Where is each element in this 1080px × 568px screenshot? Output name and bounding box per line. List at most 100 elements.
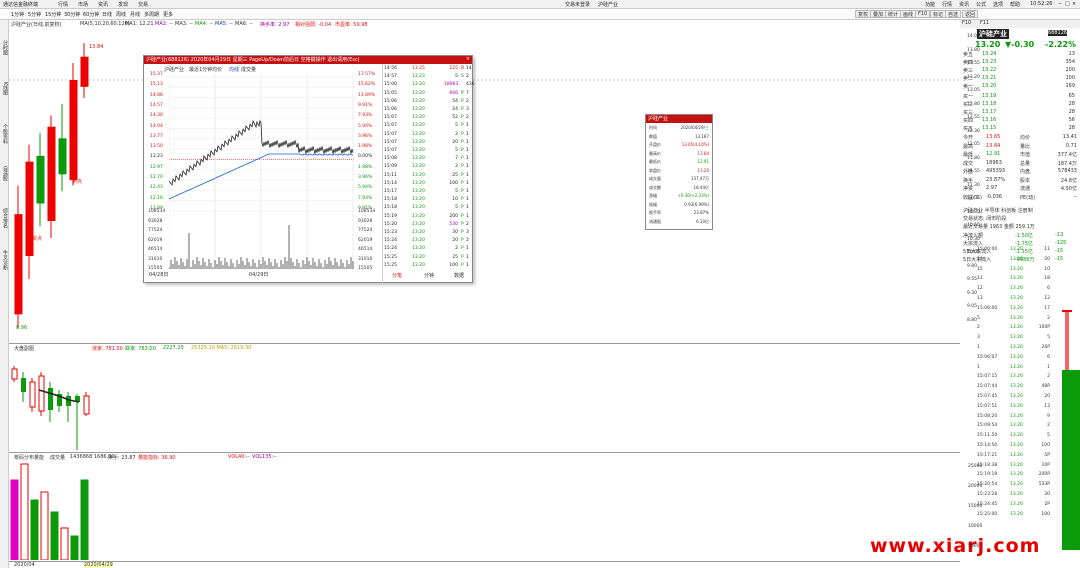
trade-time: 15:18 (384, 205, 397, 211)
tab-watchlist[interactable]: 自选股 (0, 166, 9, 181)
popup-intraday-chart[interactable] (169, 74, 354, 269)
period-30min[interactable]: 30分钟 (64, 11, 80, 18)
trade-flag: P (461, 123, 464, 129)
tick-volume: 2 (1047, 374, 1050, 380)
minimize-icon[interactable]: − (1058, 1, 1062, 7)
tool-overlay[interactable]: 叠加 (870, 10, 887, 18)
tool-draw[interactable]: 画线 (900, 10, 917, 18)
menu-exchange[interactable]: 市场 (78, 1, 88, 8)
period-15min[interactable]: 15分钟 (45, 11, 61, 18)
tool-f10[interactable]: F10 (915, 10, 931, 18)
price-ylabel: 12.55 (967, 115, 980, 120)
popup-tab-data[interactable]: 数据 (454, 272, 464, 279)
trade-time: 15:23 (384, 230, 397, 235)
popup-vol-label-right: 77524 (358, 228, 373, 233)
popup-date-2: 04/29日 (249, 272, 269, 278)
tick-time: 13 (977, 296, 983, 301)
price-ylabel: 13.05 (967, 88, 980, 93)
period-day[interactable]: 日线 (102, 11, 112, 18)
menu-quote[interactable]: 行情 (942, 1, 952, 8)
menu-trade[interactable]: 交易 (138, 1, 148, 8)
popup-ylabel: 12.97 (150, 164, 163, 170)
period-60min[interactable]: 60分钟 (83, 11, 99, 18)
close-icon[interactable]: × (1072, 1, 1076, 7)
ma3-value: MA3: -- (175, 21, 193, 27)
price-ylabel: 11.30 (967, 182, 980, 188)
stat-label-2: 量比 (1020, 143, 1031, 150)
stat-label-2: 市值 (1020, 152, 1031, 158)
tick-time: 1 (977, 364, 980, 370)
tab-ranking[interactable]: 综合排名 (0, 208, 9, 228)
intraday-popup[interactable]: 沪硅产业(688126) 2020年04月29日 星期三 PageUp/Down… (143, 55, 475, 283)
ma1-value: MA1: 12.21 (125, 21, 154, 27)
popup-vol-label-right: 108534 (358, 209, 376, 214)
window-title: 沪硅产业 (598, 2, 619, 8)
tab-intraday[interactable]: 分时图 (0, 40, 9, 55)
info-value: 13.84 (697, 150, 709, 156)
menu-news[interactable]: 资讯 (98, 1, 108, 8)
tool-stats[interactable]: 统计 (885, 10, 902, 18)
stat-label-2: 总量 (1020, 160, 1031, 167)
panel-tab-2[interactable]: F11 (980, 20, 989, 26)
trade-price: 13.20 (412, 213, 425, 219)
info-value: 12.91 (697, 159, 709, 164)
tool-adjust[interactable]: 复权 (855, 10, 872, 18)
price-ylabel: 13.20 (967, 74, 980, 80)
trade-flag: P (461, 107, 464, 112)
menu-options[interactable]: 选项 (993, 1, 1003, 8)
volume-indicator: 量能指标: 36.90 (138, 455, 176, 461)
menu-help[interactable]: 帮助 (1010, 1, 1020, 8)
panel-tab-1[interactable]: F10 (962, 20, 971, 26)
tab-kline[interactable]: K线图 (0, 82, 9, 95)
price-change-pct: -2.22% (1045, 40, 1077, 49)
popup-tab-minutes[interactable]: 分钟 (424, 272, 434, 279)
tick-volume: 10P (1041, 462, 1050, 468)
tick-time: 15:24:45 (977, 501, 998, 507)
tick-price: 13.20 (1010, 374, 1023, 380)
tick-price: 13.20 (1010, 345, 1023, 350)
period-more[interactable]: 更多 (163, 11, 173, 18)
menu-discover[interactable]: 发现 (118, 1, 128, 8)
maximize-icon[interactable]: □ (1065, 1, 1070, 7)
menu-function[interactable]: 功能 (925, 1, 935, 8)
tool-mark[interactable]: 标记 (930, 10, 947, 18)
popup-vol-label-right: 93028 (358, 218, 373, 224)
info-value: 23.87% (693, 210, 709, 215)
tick-time: 15:07:51 (977, 403, 998, 409)
date-current: 2020/04/29 (84, 562, 113, 568)
info-key: 涨幅 (649, 193, 657, 198)
period-1min[interactable]: 1分钟 (11, 11, 24, 18)
tick-price: 13.20 (1010, 247, 1023, 252)
period-week[interactable]: 周线 (116, 11, 126, 18)
popup-close-icon[interactable]: × (466, 56, 470, 62)
popup-tab-ticks[interactable]: 分笔 (392, 272, 402, 279)
tool-back[interactable]: 返回 (962, 10, 979, 18)
menu-market[interactable]: 行情 (58, 1, 68, 8)
login-status[interactable]: 交易未登录 (565, 1, 590, 8)
period-month[interactable]: 月线 (130, 11, 140, 18)
tick-price: 13.20 (1010, 315, 1023, 321)
trade-flag: P (461, 254, 464, 260)
trade-flag: P (461, 221, 464, 227)
tick-volume: 6 (1047, 286, 1050, 292)
tick-time: 15 (977, 266, 983, 272)
bid-price: 13.15 (982, 125, 997, 131)
stat-value-2: 13.41 (1062, 134, 1077, 140)
buy-signal: 买点 (32, 236, 43, 242)
ask-volume: 13 (1068, 51, 1075, 57)
tick-price: 13.20 (1010, 335, 1023, 341)
menu-info[interactable]: 资讯 (959, 1, 969, 8)
volume-chart[interactable] (9, 460, 99, 560)
tick-time: 1 (977, 345, 980, 350)
tab-profile[interactable]: 个股资料 (0, 124, 9, 144)
period-5min[interactable]: 5分钟 (28, 11, 41, 18)
popup-ylabel: 15.37 (150, 72, 163, 77)
period-multi[interactable]: 多周期 (144, 11, 159, 18)
tool-watchlist[interactable]: 自选 (945, 10, 962, 18)
volume-bar (70, 535, 79, 560)
trade-price: 13.20 (412, 139, 425, 145)
trade-volume: 18963 (444, 82, 459, 88)
index-chart[interactable] (9, 352, 99, 452)
menu-formula[interactable]: 公式 (976, 1, 986, 8)
tab-diagnosis[interactable]: 牛叉诊断 (0, 250, 9, 270)
